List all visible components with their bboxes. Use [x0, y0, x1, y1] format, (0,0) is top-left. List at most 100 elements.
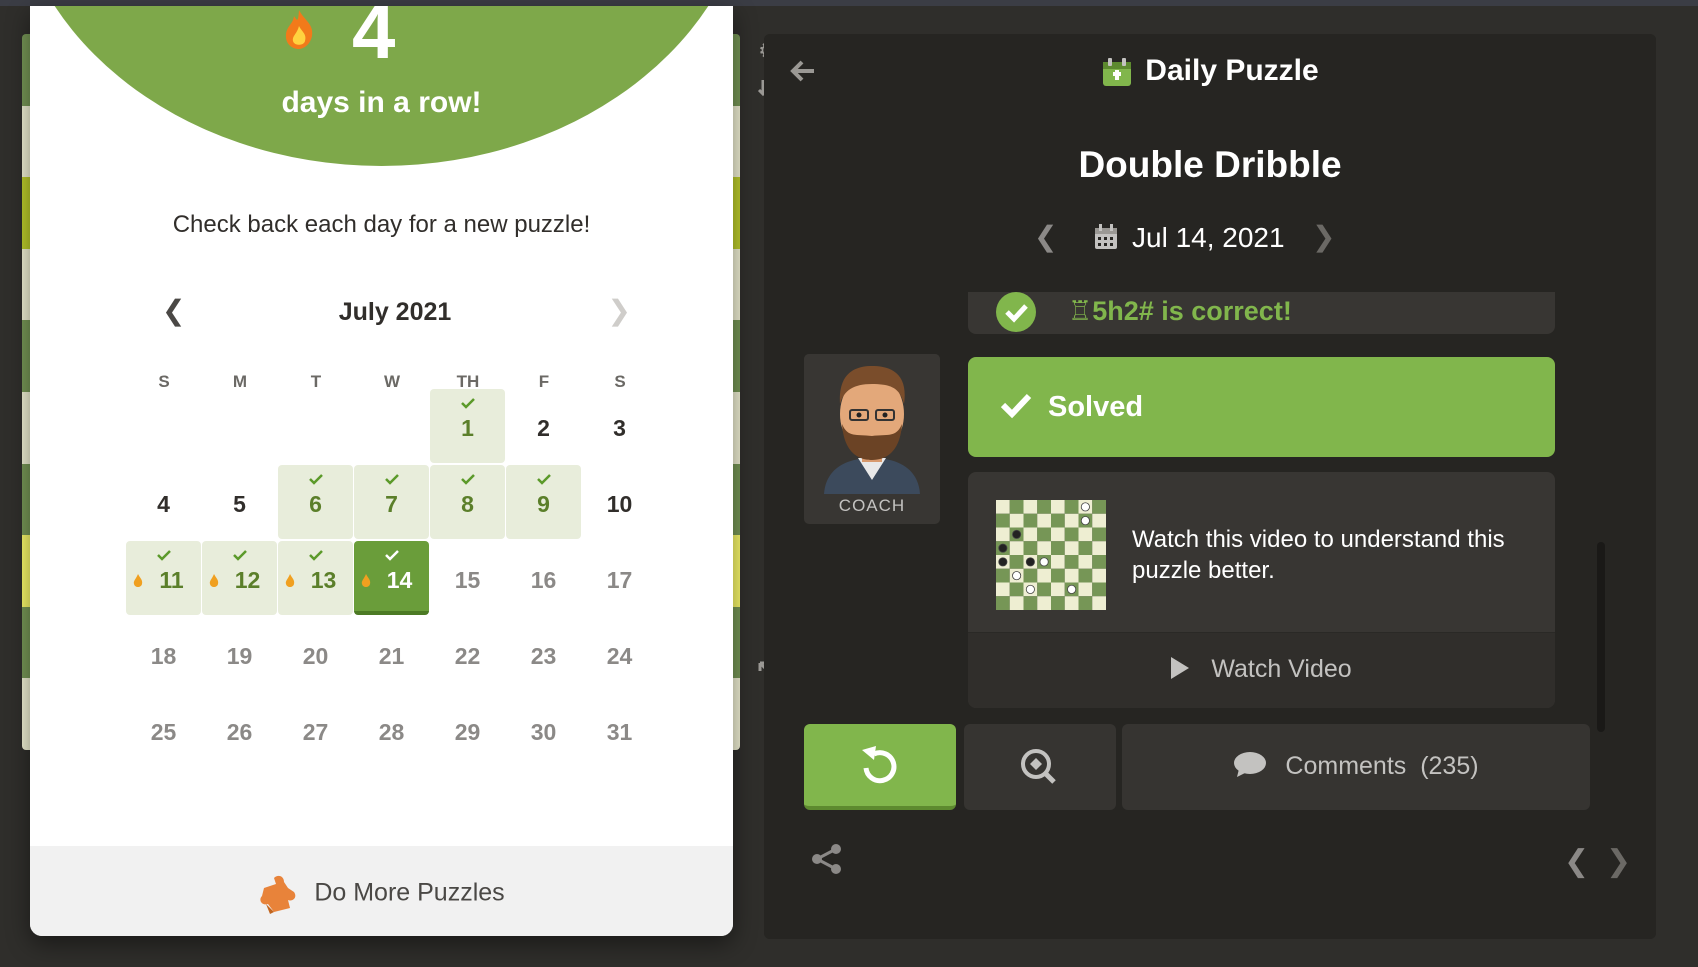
calendar-day-number: 23	[530, 643, 557, 669]
calendar-day: 29	[430, 693, 505, 767]
calendar-day: 30	[506, 693, 581, 767]
calendar-day: 24	[582, 617, 657, 691]
comments-count: (235)	[1420, 752, 1479, 780]
coach-face-icon	[804, 354, 940, 494]
calendar-day[interactable]: 2	[506, 389, 581, 463]
coach-label: COACH	[838, 496, 906, 515]
analysis-button[interactable]	[964, 724, 1116, 810]
daily-puzzle-icon	[1103, 58, 1132, 87]
calendar-month-title: July 2021	[338, 298, 452, 326]
panel-body: ♖5h2# is correct! COACH Solved Watch thi…	[764, 252, 1656, 939]
comment-icon	[1234, 752, 1267, 778]
previous-date-button[interactable]: ❮	[1034, 220, 1057, 253]
calendar-next-month-button[interactable]: ❯	[608, 294, 631, 327]
weekday-label: T	[310, 372, 322, 391]
calendar-day[interactable]: 13	[278, 541, 353, 615]
calendar-day: 15	[430, 541, 505, 615]
share-icon[interactable]	[810, 842, 844, 876]
calendar-day[interactable]: 7	[354, 465, 429, 539]
calendar-day: 19	[202, 617, 277, 691]
do-more-puzzles-button[interactable]: Do More Puzzles	[30, 846, 733, 936]
calendar-day[interactable]: 4	[126, 465, 201, 539]
calendar-day-number: 29	[454, 719, 481, 745]
check-icon	[157, 550, 171, 561]
check-icon	[385, 474, 399, 485]
streak-label: days in a row!	[281, 86, 482, 119]
calendar-day[interactable]: 8	[430, 465, 505, 539]
calendar-day-number: 14	[386, 567, 413, 593]
calendar-day-number: 13	[310, 567, 337, 593]
comments-label: Comments	[1285, 752, 1407, 780]
calendar-day: 18	[126, 617, 201, 691]
calendar-day[interactable]: 10	[582, 465, 657, 539]
calendar-day-number: 1	[461, 415, 474, 441]
calendar-day: 17	[582, 541, 657, 615]
calendar-day-number: 27	[302, 719, 329, 745]
calendar-day-number: 3	[613, 415, 626, 441]
check-icon	[537, 474, 551, 485]
correct-move-text: ♖5h2# is correct!	[1068, 296, 1292, 326]
puzzle-date: Jul 14, 2021	[1132, 222, 1285, 253]
calendar-day-number: 12	[234, 567, 261, 593]
flame-icon	[285, 10, 313, 49]
check-icon	[996, 292, 1036, 332]
calendar-day: 31	[582, 693, 657, 767]
calendar-day[interactable]: 1	[430, 389, 505, 463]
calendar-day-number: 28	[378, 719, 405, 745]
calendar-day[interactable]: 6	[278, 465, 353, 539]
check-icon	[461, 474, 475, 485]
date-navigation: ❮ Jul 14, 2021 ❯	[764, 218, 1656, 258]
calendar-day: 28	[354, 693, 429, 767]
calendar-day: 21	[354, 617, 429, 691]
calendar-day[interactable]: 3	[582, 389, 657, 463]
comments-button[interactable]: Comments (235)	[1122, 724, 1590, 810]
previous-puzzle-button[interactable]: ❮	[1564, 844, 1589, 879]
puzzle-name: Double Dribble	[1078, 144, 1342, 185]
calendar-day-number: 19	[226, 643, 253, 669]
panel-header: Daily Puzzle Double Dribble ❮ Jul 14, 20…	[764, 34, 1656, 292]
do-more-puzzles-label: Do More Puzzles	[314, 878, 505, 907]
solved-banner: Solved	[968, 357, 1555, 457]
solved-label: Solved	[1048, 391, 1144, 423]
streak-subtitle: Check back each day for a new puzzle!	[172, 211, 591, 238]
calendar-day-number: 10	[606, 491, 633, 517]
panel-title: Daily Puzzle	[764, 54, 1656, 88]
next-puzzle-button[interactable]: ❯	[1606, 844, 1631, 879]
calendar-day: 25	[126, 693, 201, 767]
calendar-day[interactable]: 5	[202, 465, 277, 539]
calendar-day-number: 22	[454, 643, 481, 669]
calendar-day[interactable]: 12	[202, 541, 277, 615]
calendar-day: 20	[278, 617, 353, 691]
calendar-day-number: 16	[530, 567, 557, 593]
weekday-label: W	[383, 372, 401, 391]
calendar-day: 23	[506, 617, 581, 691]
calendar-day-number: 24	[606, 643, 633, 669]
streak-popup: 4 days in a row! Check back each day for…	[30, 6, 733, 936]
calendar-day[interactable]: 14	[354, 541, 429, 615]
check-icon	[385, 550, 399, 561]
calendar-day[interactable]: 11	[126, 541, 201, 615]
weekday-label: S	[158, 372, 170, 391]
video-thumbnail[interactable]	[996, 500, 1106, 610]
daily-puzzle-panel: ♖5h2# is correct! COACH Solved Watch thi…	[764, 34, 1656, 939]
calendar-icon[interactable]	[1094, 224, 1118, 250]
weekday-label: M	[232, 372, 248, 391]
puzzle-piece-icon	[260, 875, 296, 914]
calendar-day-number: 11	[159, 567, 184, 593]
coach-avatar[interactable]: COACH	[804, 354, 940, 524]
check-icon	[1000, 393, 1032, 419]
check-icon	[309, 550, 323, 561]
next-date-button[interactable]: ❯	[1312, 220, 1335, 253]
calendar-day-number: 9	[537, 491, 550, 517]
scrollbar[interactable]	[1597, 542, 1605, 732]
retry-button[interactable]	[804, 724, 956, 810]
panel-title-text: Daily Puzzle	[1145, 54, 1319, 87]
calendar-day-number: 7	[385, 491, 398, 517]
watch-video-button[interactable]: Watch Video	[968, 632, 1555, 708]
calendar-day-number: 2	[537, 415, 550, 441]
calendar-day-number: 20	[302, 643, 329, 669]
calendar-day-number: 21	[378, 643, 405, 669]
watch-video-label: Watch Video	[1211, 655, 1352, 683]
calendar-day-number: 17	[606, 567, 633, 593]
calendar-day[interactable]: 9	[506, 465, 581, 539]
